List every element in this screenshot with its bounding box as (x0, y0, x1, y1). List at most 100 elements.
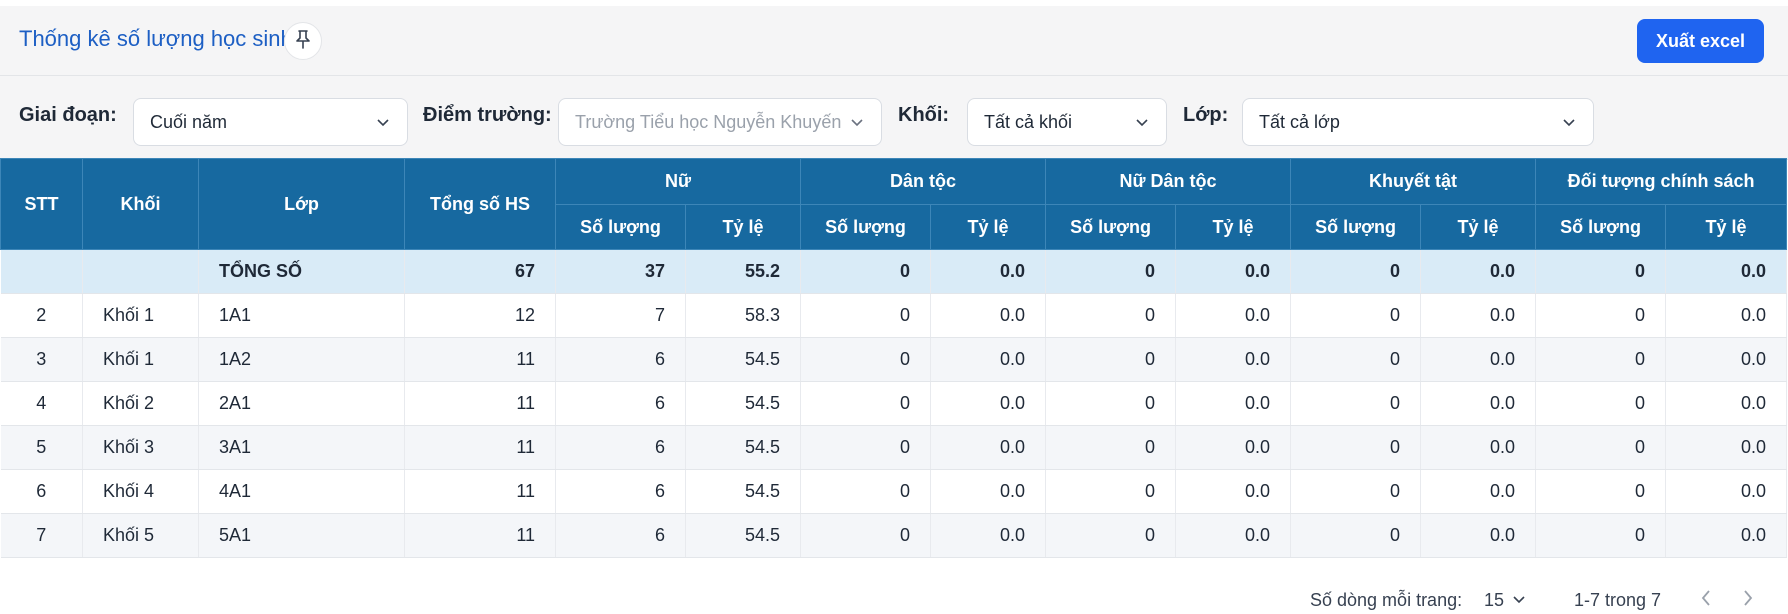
subheader-ratio[interactable]: Tỷ lệ (1420, 204, 1537, 250)
subheader-count[interactable]: Số lượng (555, 204, 686, 250)
table-body: TỔNG SỐ 67 37 55.2 0 0.0 0 0.0 0 0.0 0 0… (0, 249, 1788, 558)
table-cell: 0.0 (930, 293, 1047, 338)
class-cell: 4A1 (198, 469, 405, 514)
grade-cell: Khối 3 (82, 425, 199, 470)
subheader-count[interactable]: Số lượng (1535, 204, 1667, 250)
next-page-button[interactable] (1740, 588, 1756, 613)
table-cell: 0 (1535, 249, 1667, 294)
total-cell: 11 (404, 469, 556, 514)
grade-label: Khối: (898, 104, 950, 126)
panel-header: Thống kê số lượng học sinh Xuất excel (0, 6, 1788, 76)
table-cell: 0 (1535, 337, 1667, 382)
table-cell: 0 (1290, 513, 1422, 558)
col-header-stt[interactable]: STT (0, 158, 83, 250)
school-label: Điểm trường: (423, 104, 552, 126)
page-title: Thống kê số lượng học sinh (19, 26, 293, 51)
subheader-ratio[interactable]: Tỷ lệ (1665, 204, 1788, 250)
table-cell: 0.0 (1420, 337, 1537, 382)
table-cell: 0.0 (1420, 293, 1537, 338)
stt-cell: 6 (0, 469, 83, 514)
table-cell: 0.0 (1420, 469, 1537, 514)
stt-cell: 4 (0, 381, 83, 426)
table-row: 3 Khối 1 1A2 11 6 54.5 0 0.0 0 0.0 0 0.0 0 0.0 (0, 337, 1788, 382)
col-header-grade[interactable]: Khối (82, 158, 199, 250)
stage-select[interactable]: Cuối năm (133, 98, 408, 146)
table-cell: 0.0 (1175, 249, 1292, 294)
class-cell: 1A1 (198, 293, 405, 338)
chevron-right-icon (1740, 590, 1756, 612)
statistics-table: STT Khối Lớp Tổng số HS Nữ Dân tộc Nữ Dâ… (0, 158, 1788, 558)
table-row: 6 Khối 4 4A1 11 6 54.5 0 0.0 0 0.0 0 0.0 0 0.0 (0, 469, 1788, 514)
table-cell: 0.0 (1175, 469, 1292, 514)
subheader-ratio[interactable]: Tỷ lệ (930, 204, 1047, 250)
table-cell: 0.0 (930, 381, 1047, 426)
table-cell: 0.0 (1665, 381, 1788, 426)
table-cell: 6 (555, 469, 686, 514)
table-cell: 0.0 (1420, 425, 1537, 470)
total-label: TỔNG SỐ (198, 249, 405, 294)
prev-page-button[interactable] (1698, 588, 1714, 613)
class-select[interactable]: Tất cả lớp (1242, 98, 1594, 146)
table-cell: 0 (1535, 381, 1667, 426)
pin-button[interactable] (284, 22, 322, 60)
table-cell: 0 (1290, 337, 1422, 382)
table-cell: 0.0 (1175, 293, 1292, 338)
table-cell: 0.0 (1665, 293, 1788, 338)
table-cell: 54.5 (685, 513, 802, 558)
table-cell: 54.5 (685, 469, 802, 514)
table-cell: 0.0 (1175, 513, 1292, 558)
table-cell: 54.5 (685, 381, 802, 426)
table-cell: 58.3 (685, 293, 802, 338)
total-cell: 11 (404, 513, 556, 558)
table-cell: 0 (800, 337, 932, 382)
table-cell: 0.0 (1420, 513, 1537, 558)
grade-select[interactable]: Tất cả khối (967, 98, 1167, 146)
table-cell: 0.0 (1665, 469, 1788, 514)
total-cell: 11 (404, 425, 556, 470)
table-cell: 0 (1045, 293, 1177, 338)
subheader-ratio[interactable]: Tỷ lệ (1175, 204, 1292, 250)
class-cell: 3A1 (198, 425, 405, 470)
table-cell: 0.0 (1420, 249, 1537, 294)
col-header-total[interactable]: Tổng số HS (404, 158, 556, 250)
table-cell: 0.0 (1665, 337, 1788, 382)
subheader-ratio[interactable]: Tỷ lệ (684, 204, 802, 250)
class-cell: 5A1 (198, 513, 405, 558)
statistics-table-container: STT Khối Lớp Tổng số HS Nữ Dân tộc Nữ Dâ… (0, 158, 1788, 558)
table-cell: 0 (1535, 425, 1667, 470)
rows-per-page-label: Số dòng mỗi trang: (1310, 590, 1463, 610)
table-cell: 55.2 (685, 249, 802, 294)
table-cell: 0.0 (1665, 249, 1788, 294)
table-cell: 0 (1045, 249, 1177, 294)
table-row: 4 Khối 2 2A1 11 6 54.5 0 0.0 0 0.0 0 0.0 0 0.0 (0, 381, 1788, 426)
subheader-count[interactable]: Số lượng (800, 204, 932, 250)
chevron-down-icon (1561, 114, 1577, 135)
total-count: 67 (404, 249, 556, 294)
table-cell: 0.0 (1175, 381, 1292, 426)
total-cell: 11 (404, 337, 556, 382)
group-header-female: Nữ (554, 158, 802, 205)
export-excel-button[interactable]: Xuất excel (1637, 19, 1764, 63)
grade-cell: Khối 2 (82, 381, 199, 426)
class-label: Lớp: (1183, 104, 1229, 126)
chevron-down-icon (375, 114, 391, 135)
class-select-value: Tất cả lớp (1259, 112, 1340, 132)
group-header-ethnic: Dân tộc (800, 158, 1047, 205)
col-header-class[interactable]: Lớp (198, 158, 405, 250)
school-select[interactable]: Trường Tiểu học Nguyễn Khuyến (558, 98, 882, 146)
total-cell: 12 (404, 293, 556, 338)
table-cell: 54.5 (685, 337, 802, 382)
rows-per-page-select[interactable]: 15 (1484, 586, 1526, 614)
table-cell: 0 (1535, 513, 1667, 558)
pagination-range: 1-7 trong 7 (1574, 590, 1662, 610)
total-cell: 11 (404, 381, 556, 426)
subheader-count[interactable]: Số lượng (1290, 204, 1422, 250)
stage-select-value: Cuối năm (150, 112, 228, 132)
table-cell: 0 (1045, 513, 1177, 558)
table-cell: 6 (555, 337, 686, 382)
table-cell: 0 (800, 293, 932, 338)
table-header: STT Khối Lớp Tổng số HS Nữ Dân tộc Nữ Dâ… (0, 158, 1788, 250)
subheader-count[interactable]: Số lượng (1045, 204, 1177, 250)
class-cell: 2A1 (198, 381, 405, 426)
table-cell: 6 (555, 381, 686, 426)
